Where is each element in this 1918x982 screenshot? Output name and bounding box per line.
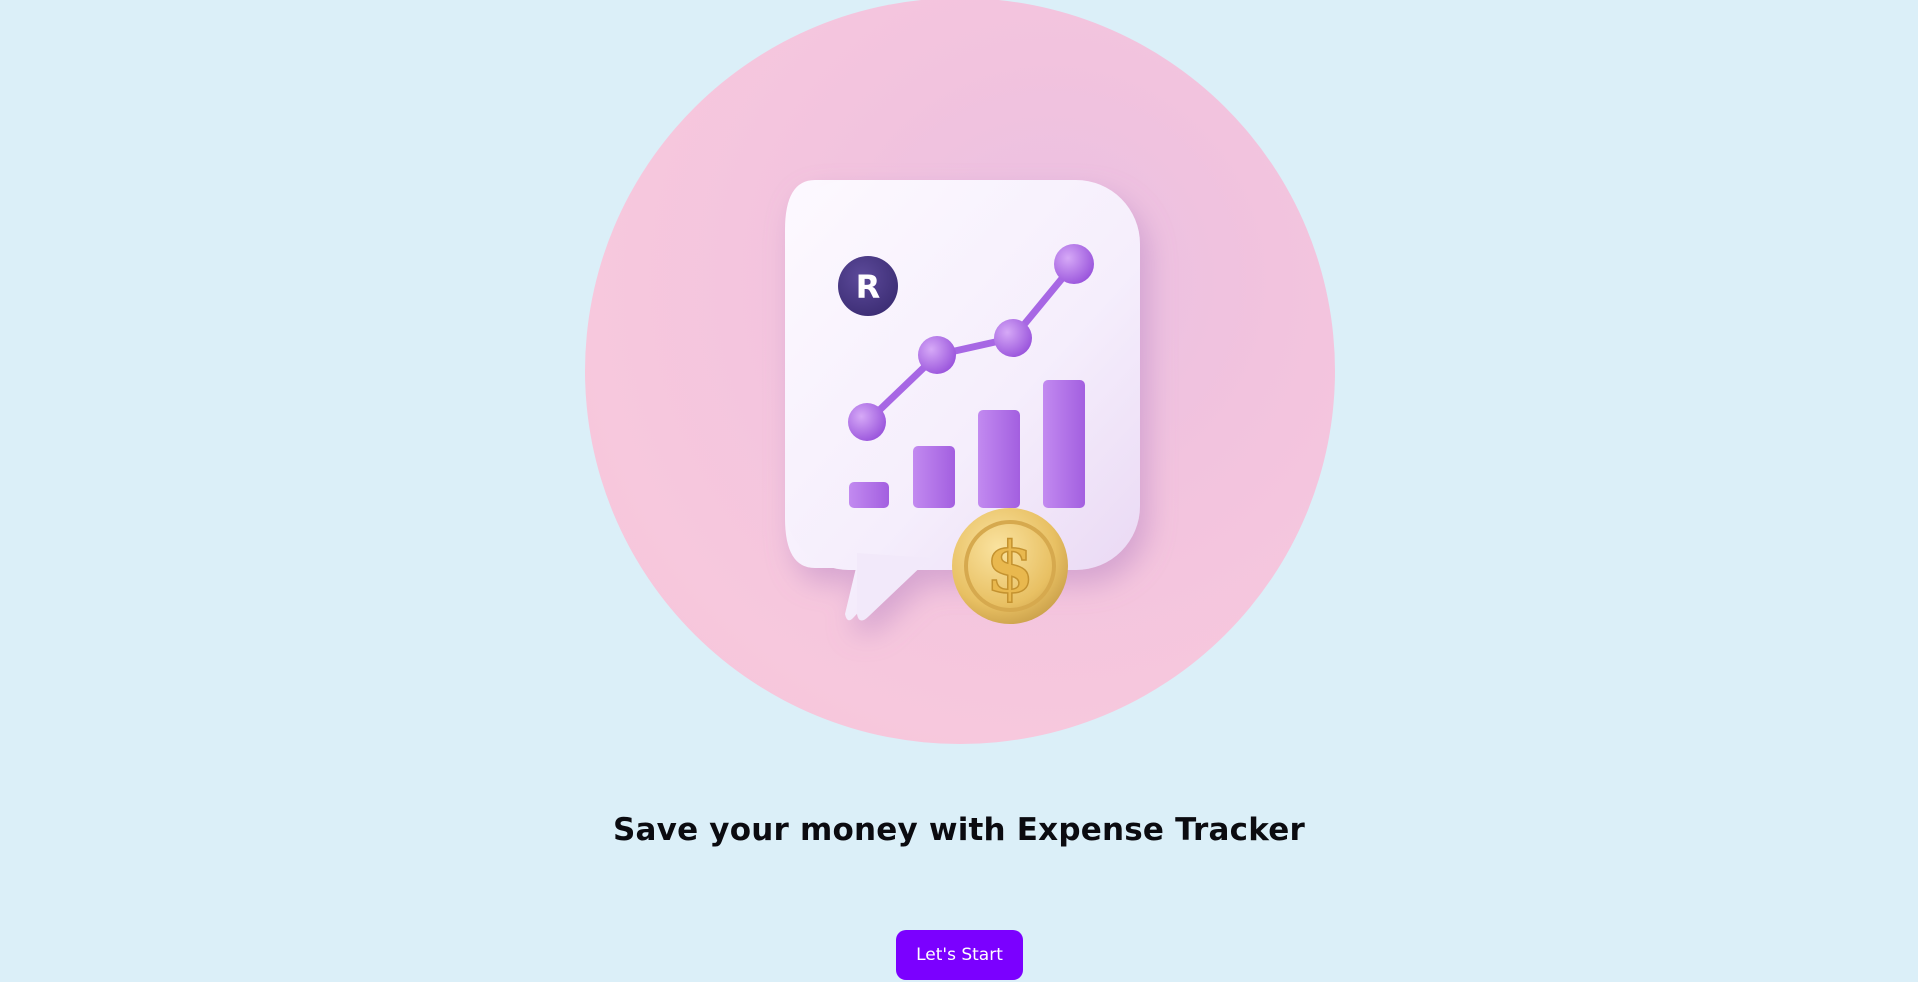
onboarding-screen: R $ Save your money with Expense Tracker… [0,0,1918,982]
svg-text:R: R [856,268,881,306]
dollar-coin-icon: $ [952,508,1068,624]
page-title: Save your money with Expense Tracker [613,812,1305,848]
hero-illustration: R $ [585,0,1335,744]
r-badge-icon: R [838,256,898,316]
lets-start-button[interactable]: Let's Start [896,930,1023,980]
chart-growth-coin-icon: R $ [785,180,1140,624]
svg-text:$: $ [986,526,1035,609]
